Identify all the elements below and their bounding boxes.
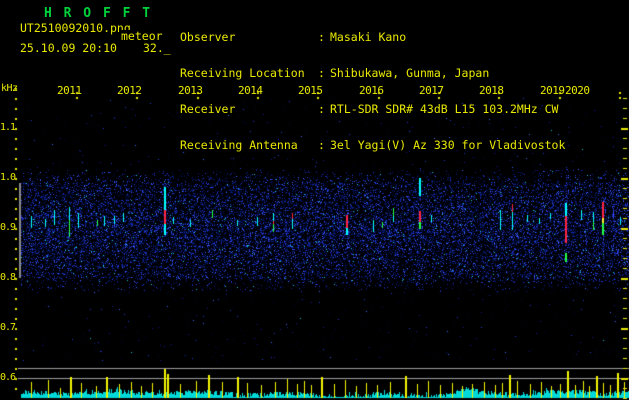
info-row-observer: Observer: Masaki Kano (180, 31, 565, 43)
freq-tick-label: 0.7 (0, 322, 16, 333)
time-tick-label: 2014 (238, 84, 263, 97)
time-tick-label: 2018 (479, 84, 504, 97)
info-separator: : (318, 101, 325, 116)
info-value: RTL-SDR SDR# 43dB L15 103.2MHz CW (330, 101, 559, 116)
info-label: Receiving Antenna (180, 137, 298, 152)
info-value: Shibukawa, Gunma, Japan (330, 65, 490, 80)
info-row-location: Receiving Location: Shibukawa, Gunma, Jap… (180, 67, 565, 79)
echo-count-value: 32. (143, 41, 164, 55)
info-value: 3el Yagi(V) Az 330 for Vladivostok (330, 137, 566, 152)
echo-counter: 32._ (143, 42, 171, 54)
app-title: H R O F F T (44, 6, 153, 21)
info-label: Receiving Location (180, 65, 305, 80)
info-separator: : (318, 137, 325, 152)
freq-tick-label: 1.1 (0, 122, 16, 133)
info-row-antenna: Receiving Antenna:3el Yagi(V) Az 330 for… (180, 139, 565, 151)
info-label: Receiver (180, 101, 236, 116)
info-row-receiver: Receiver: RTL-SDR SDR# 43dB L15 103.2MHz … (180, 103, 565, 115)
output-filename: UT2510092010.png (20, 21, 131, 35)
freq-tick-label: 1.0 (0, 172, 16, 183)
text-cursor: _ (163, 41, 171, 55)
info-label: Observer (180, 30, 236, 44)
time-tick-label: 2012 (117, 84, 142, 97)
time-tick-label: 2020 (565, 84, 590, 97)
info-value: Masaki Kano (330, 30, 407, 44)
info-separator: : (318, 65, 325, 80)
freq-tick-label: 0.6 (0, 372, 16, 383)
time-tick-label: 2015 (298, 84, 323, 97)
freq-axis-unit: kHz (1, 83, 18, 94)
time-tick-label: 2016 (359, 84, 384, 97)
time-tick-label: 2019 (540, 84, 565, 97)
info-separator: : (318, 30, 325, 44)
hrofft-window: H R O F F T UT2510092010.png meteor 25.1… (0, 0, 629, 400)
datetime-label: 25.10.09 20:10 (20, 41, 117, 55)
time-tick-label: 2013 (178, 84, 203, 97)
freq-tick-label: 0.8 (0, 272, 16, 283)
time-tick-label: 2011 (57, 84, 82, 97)
freq-tick-label: 0.9 (0, 222, 16, 233)
time-tick-label: 2017 (419, 84, 444, 97)
